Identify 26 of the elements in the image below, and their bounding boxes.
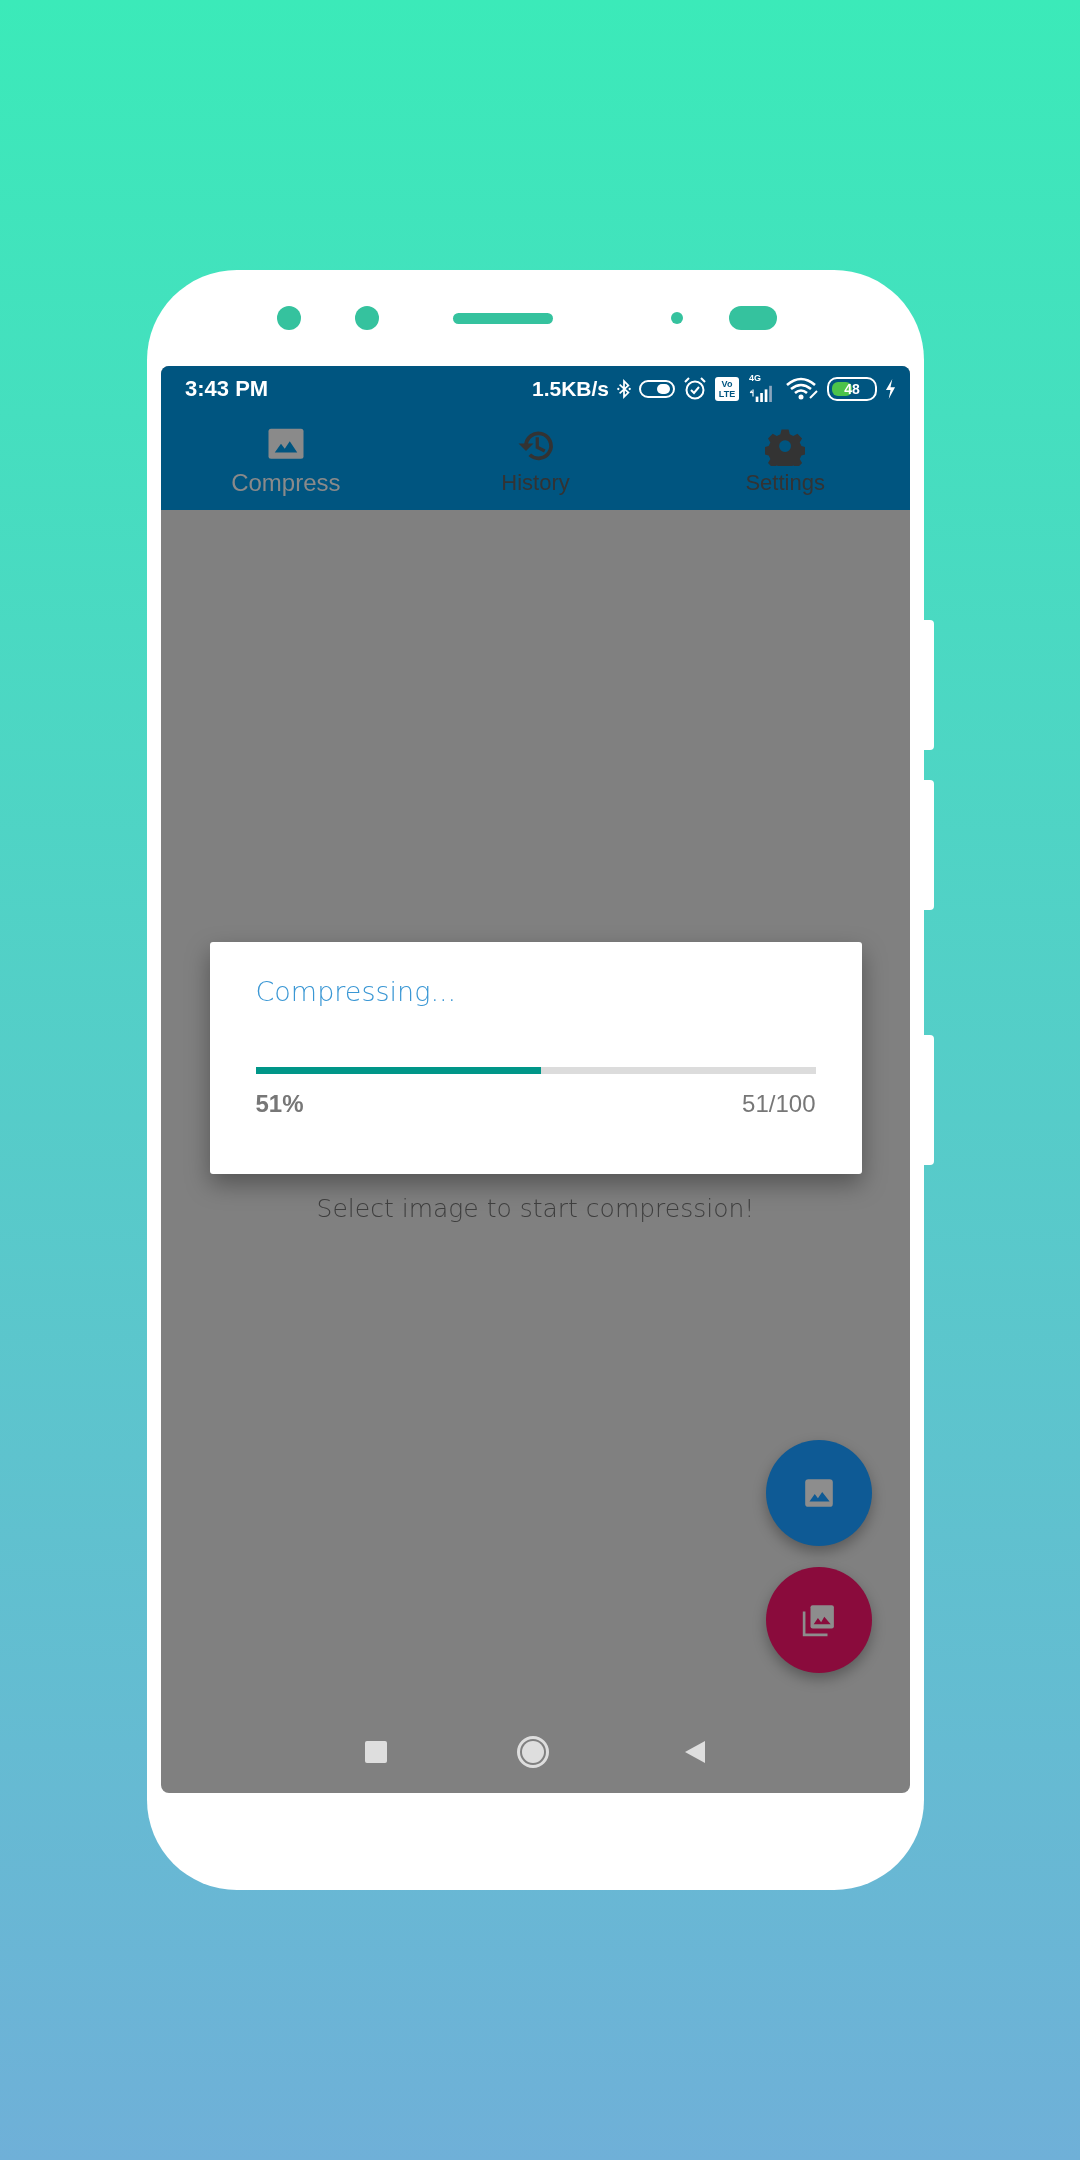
- wifi-icon: [785, 377, 819, 401]
- camera-dot: [277, 306, 301, 330]
- back-button[interactable]: [684, 1739, 706, 1764]
- network-type: 4G: [749, 373, 761, 383]
- progress-percent: 51%: [255, 1090, 304, 1118]
- charging-icon: [885, 379, 896, 399]
- gallery-icon: [802, 1603, 836, 1637]
- home-button[interactable]: [517, 1735, 549, 1768]
- tab[interactable]: Settings: [660, 412, 910, 510]
- empty-message: Select image to start compression!: [316, 1194, 755, 1223]
- dialog-title: Compressing...: [255, 976, 458, 1007]
- progress-count: 51/100: [742, 1090, 816, 1118]
- clock-time: 3:43 PM: [185, 376, 269, 402]
- tab[interactable]: Compress: [161, 412, 411, 510]
- image-icon: [802, 1476, 836, 1510]
- tab[interactable]: History: [410, 412, 661, 510]
- volte-badge: Vo LTE: [715, 377, 739, 401]
- toggle-icon: [639, 379, 675, 399]
- battery-indicator: 48: [827, 377, 877, 401]
- front-camera: [729, 306, 777, 330]
- sensor-dot: [671, 312, 683, 324]
- bluetooth-icon: [617, 378, 631, 400]
- network-speed: 1.5KB/s: [531, 377, 609, 401]
- sensor-dot: [355, 306, 379, 330]
- recents-button[interactable]: [365, 1740, 387, 1763]
- alarm-icon: [683, 377, 707, 401]
